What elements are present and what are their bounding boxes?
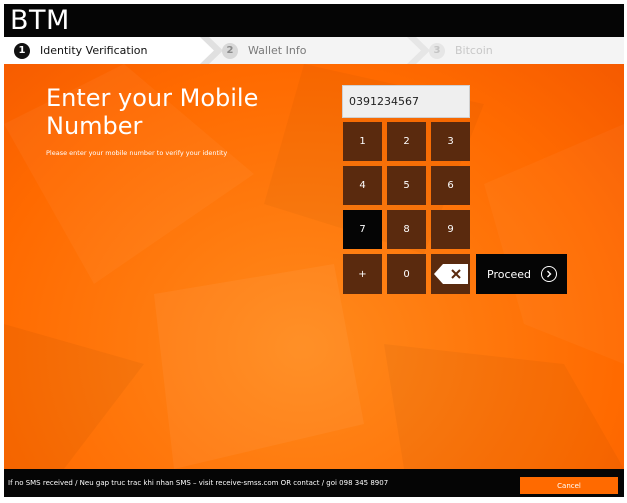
keypad-key-5[interactable]: 5: [387, 166, 426, 205]
keypad-key-0[interactable]: 0: [387, 254, 426, 294]
step-number: 1: [14, 42, 30, 59]
footer-bar: If no SMS received / Neu gap truc trac k…: [4, 469, 624, 497]
step-bitcoin: 3 Bitcoin: [429, 37, 493, 64]
page-subheading: Please enter your mobile number to verif…: [46, 149, 228, 157]
mobile-number-input[interactable]: 0391234567: [342, 85, 470, 118]
chevron-right-circle-icon: [541, 266, 558, 282]
keypad-key-8[interactable]: 8: [387, 210, 426, 249]
backspace-icon: [434, 264, 468, 284]
keypad-key-1[interactable]: 1: [343, 122, 382, 161]
backspace-button[interactable]: [431, 254, 470, 294]
app-logo: BTM: [10, 5, 70, 36]
step-label: Identity Verification: [40, 44, 148, 57]
keypad-key-6[interactable]: 6: [431, 166, 470, 205]
page-heading: Enter your Mobile Number: [46, 84, 259, 140]
keypad-key-7[interactable]: 7: [343, 210, 382, 249]
atm-screen: BTM 1 Identity Verification 2 Wallet Inf…: [4, 4, 624, 497]
step-number: 2: [222, 42, 238, 59]
step-label: Wallet Info: [248, 44, 307, 57]
keypad-key-9[interactable]: 9: [431, 210, 470, 249]
main-panel: Enter your Mobile Number Please enter yo…: [4, 64, 624, 469]
cancel-button[interactable]: Cancel: [520, 477, 618, 494]
keypad-key-3[interactable]: 3: [431, 122, 470, 161]
step-wallet-info: 2 Wallet Info: [222, 37, 306, 64]
keypad-key-4[interactable]: 4: [343, 166, 382, 205]
step-2-chevron: [407, 37, 430, 64]
step-number: 3: [429, 42, 445, 59]
title-bar: BTM: [4, 4, 624, 37]
step-label: Bitcoin: [455, 44, 493, 57]
keypad-key-2[interactable]: 2: [387, 122, 426, 161]
step-identity-verification: 1 Identity Verification: [14, 37, 147, 64]
proceed-button[interactable]: Proceed: [476, 254, 567, 294]
proceed-label: Proceed: [487, 267, 532, 281]
support-message: If no SMS received / Neu gap truc trac k…: [8, 479, 389, 487]
keypad-key-plus[interactable]: +: [343, 254, 382, 294]
progress-steps: 1 Identity Verification 2 Wallet Info 3 …: [4, 37, 624, 64]
